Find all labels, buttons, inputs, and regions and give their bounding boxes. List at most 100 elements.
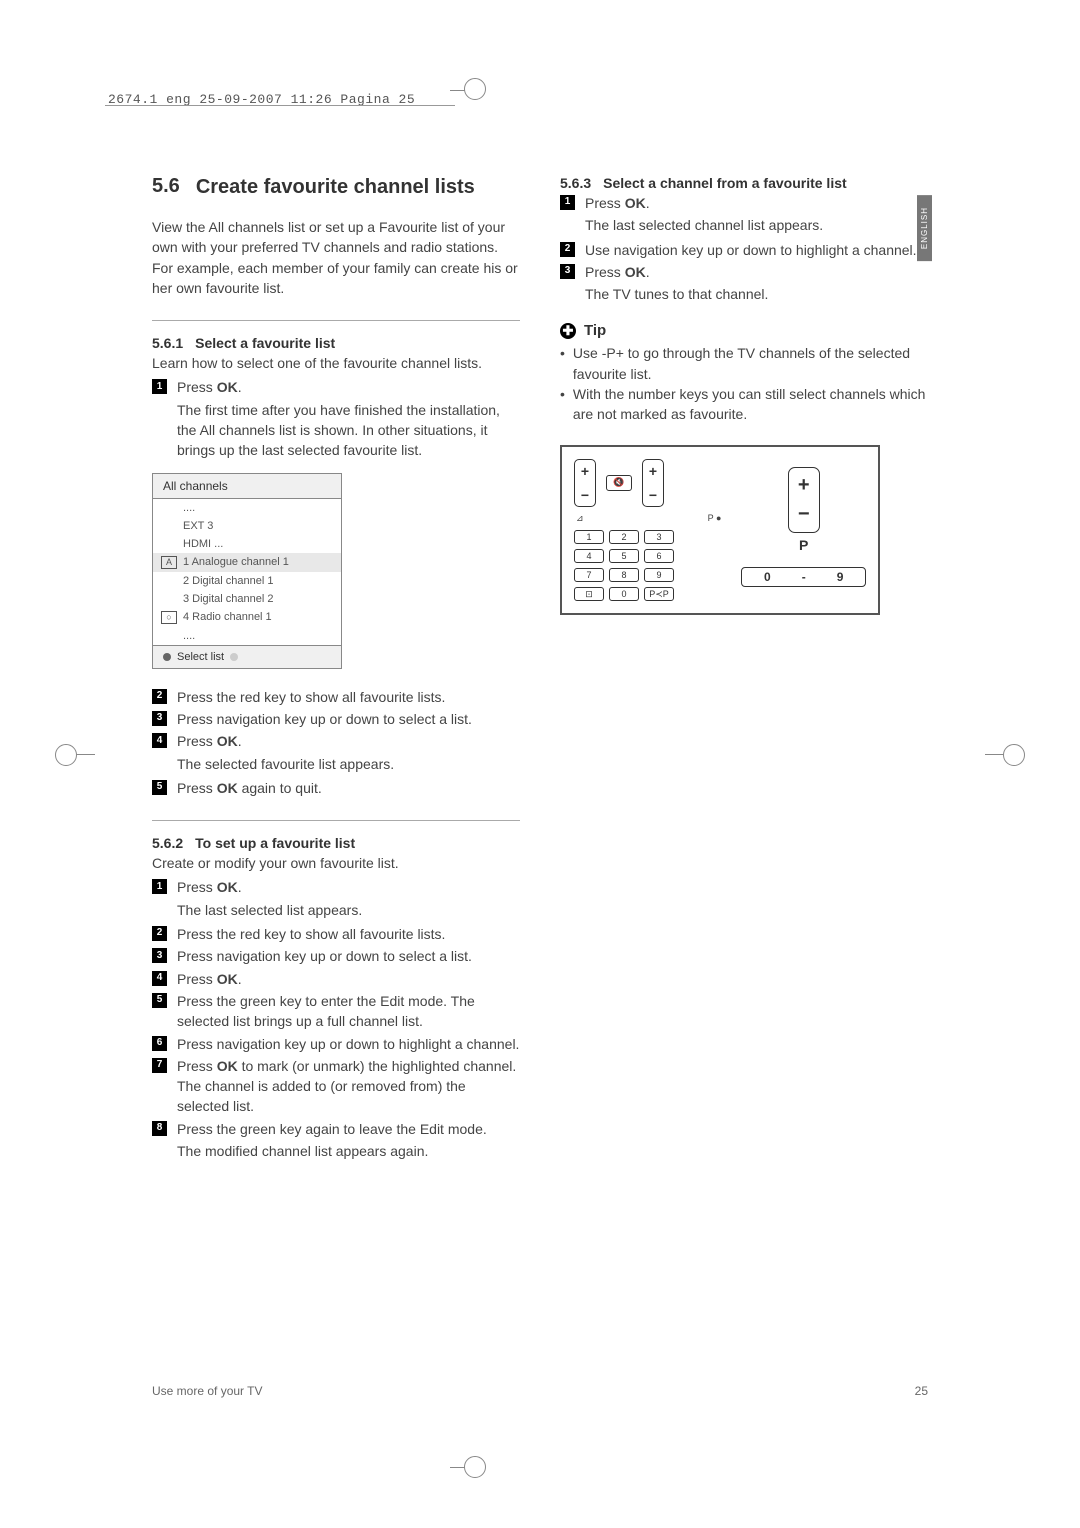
right-column: 5.6.3Select a channel from a favourite l…: [560, 175, 928, 1408]
step-desc: The last selected list appears.: [177, 900, 520, 920]
page-content: 5.6 Create favourite channel lists View …: [152, 175, 928, 1408]
steps-561a: 1 Press OK.: [152, 377, 520, 397]
divider: [152, 320, 520, 321]
steps-562: 1Press OK.: [152, 877, 520, 897]
section-heading: 5.6 Create favourite channel lists: [152, 175, 520, 199]
range-box: 0 - 9: [741, 567, 866, 587]
subsection-heading-563: 5.6.3Select a channel from a favourite l…: [560, 175, 928, 191]
num-btn: 7: [574, 568, 604, 582]
channel-list-widget: All channels .... EXT 3 HDMI ... A1 Anal…: [152, 473, 342, 669]
num-btn: 5: [609, 549, 639, 563]
num-btn: 2: [609, 530, 639, 544]
num-btn: 3: [644, 530, 674, 544]
mute-icon: 🔇: [606, 475, 632, 491]
channel-row: 3 Digital channel 2: [153, 590, 341, 608]
crop-mark-right: [993, 740, 1025, 768]
subsection-561: 5.6.1Select a favourite list Learn how t…: [152, 335, 520, 798]
p-label-big: P: [741, 537, 866, 553]
radio-icon: ○: [161, 611, 177, 624]
page-footer: Use more of your TV 25: [152, 1384, 928, 1398]
vol-symbol-icon: ⊿: [576, 513, 584, 524]
tip-heading: ✚ Tip: [560, 322, 928, 339]
step-desc: The TV tunes to that channel.: [585, 284, 928, 304]
step: 1 Press OK.: [152, 377, 520, 397]
tip-item: With the number keys you can still selec…: [560, 384, 928, 425]
step: 2Press the red key to show all favourite…: [152, 687, 520, 707]
channel-row: 2 Digital channel 1: [153, 572, 341, 590]
subsection-563: 5.6.3Select a channel from a favourite l…: [560, 175, 928, 304]
channel-row: ○4 Radio channel 1: [153, 608, 341, 627]
step: 7Press OK to mark (or unmark) the highli…: [152, 1056, 520, 1117]
channel-row: HDMI ...: [153, 535, 341, 553]
grey-dot-icon: [230, 653, 238, 661]
channel-list-body: .... EXT 3 HDMI ... A1 Analogue channel …: [153, 499, 341, 645]
analogue-icon: A: [161, 556, 177, 569]
step: 5Press the green key to enter the Edit m…: [152, 991, 520, 1032]
step: 6Press navigation key up or down to high…: [152, 1034, 520, 1054]
step-text: Press OK.: [177, 377, 520, 397]
channel-row-selected: A1 Analogue channel 1: [153, 553, 341, 572]
footer-left: Use more of your TV: [152, 1384, 262, 1398]
volume-button: +−: [574, 459, 596, 507]
page-number: 25: [915, 1384, 928, 1398]
remote-top-row: +− 🔇 +−: [574, 459, 723, 507]
big-program-button: +−: [788, 467, 820, 533]
step-desc: The modified channel list appears again.: [177, 1141, 520, 1161]
num-btn: ⊡: [574, 587, 604, 601]
channel-list-title: All channels: [153, 474, 341, 499]
step: 3Press navigation key up or down to sele…: [152, 709, 520, 729]
step: 2Use navigation key up or down to highli…: [560, 240, 928, 260]
tip-item: Use -P+ to go through the TV channels of…: [560, 343, 928, 384]
subsection-intro-562: Create or modify your own favourite list…: [152, 853, 520, 873]
section-intro: View the All channels list or set up a F…: [152, 217, 520, 298]
left-column: 5.6 Create favourite channel lists View …: [152, 175, 520, 1408]
header-rule: [105, 105, 455, 106]
subsection-intro-561: Learn how to select one of the favourite…: [152, 353, 520, 373]
step: 1Press OK.: [152, 877, 520, 897]
tip-label: Tip: [584, 322, 606, 339]
remote-left-panel: +− 🔇 +− ⊿ P ● 1 2 3 4 5 6 7: [574, 459, 723, 601]
step: 1Press OK.: [560, 193, 928, 213]
channel-row: ....: [153, 499, 341, 517]
section-title: Create favourite channel lists: [196, 175, 475, 199]
crop-mark-bottom: [450, 1436, 478, 1468]
channel-row: ....: [153, 627, 341, 645]
section-number: 5.6: [152, 175, 180, 198]
step: 3Press OK.: [560, 262, 928, 282]
channel-row: EXT 3: [153, 517, 341, 535]
number-pad: 1 2 3 4 5 6 7 8 9 ⊡ 0 P≺P: [574, 530, 723, 601]
subsection-heading-562: 5.6.2To set up a favourite list: [152, 835, 520, 851]
step: 5Press OK again to quit.: [152, 778, 520, 798]
steps-561b: 2Press the red key to show all favourite…: [152, 687, 520, 752]
red-dot-icon: [163, 653, 171, 661]
step: 8Press the green key again to leave the …: [152, 1119, 520, 1139]
p-label: P ●: [708, 513, 722, 524]
num-btn: 4: [574, 549, 604, 563]
remote-diagram: +− 🔇 +− ⊿ P ● 1 2 3 4 5 6 7: [560, 445, 880, 615]
remote-right-panel: +− P 0 - 9: [741, 459, 866, 587]
steps-561c: 5Press OK again to quit.: [152, 778, 520, 798]
step: 2Press the red key to show all favourite…: [152, 924, 520, 944]
tip-icon: ✚: [560, 323, 576, 339]
step-desc: The selected favourite list appears.: [177, 754, 520, 774]
step: 3Press navigation key up or down to sele…: [152, 946, 520, 966]
num-btn: 6: [644, 549, 674, 563]
step-desc: The last selected channel list appears.: [585, 215, 928, 235]
step-desc: The first time after you have finished t…: [177, 400, 520, 461]
subsection-562: 5.6.2To set up a favourite list Create o…: [152, 835, 520, 1161]
step: 4Press OK.: [152, 731, 520, 751]
num-btn: 0: [609, 587, 639, 601]
num-btn: 8: [609, 568, 639, 582]
subsection-heading-561: 5.6.1Select a favourite list: [152, 335, 520, 351]
divider: [152, 820, 520, 821]
crop-mark-left: [55, 740, 87, 768]
mute-column: 🔇: [606, 475, 632, 491]
step: 4Press OK.: [152, 969, 520, 989]
crop-mark-top: [450, 90, 478, 122]
num-btn: P≺P: [644, 587, 674, 601]
num-btn: 9: [644, 568, 674, 582]
step-number: 1: [152, 379, 167, 394]
program-button: +−: [642, 459, 664, 507]
channel-list-footer: Select list: [153, 645, 341, 668]
steps-563: 1Press OK.: [560, 193, 928, 213]
